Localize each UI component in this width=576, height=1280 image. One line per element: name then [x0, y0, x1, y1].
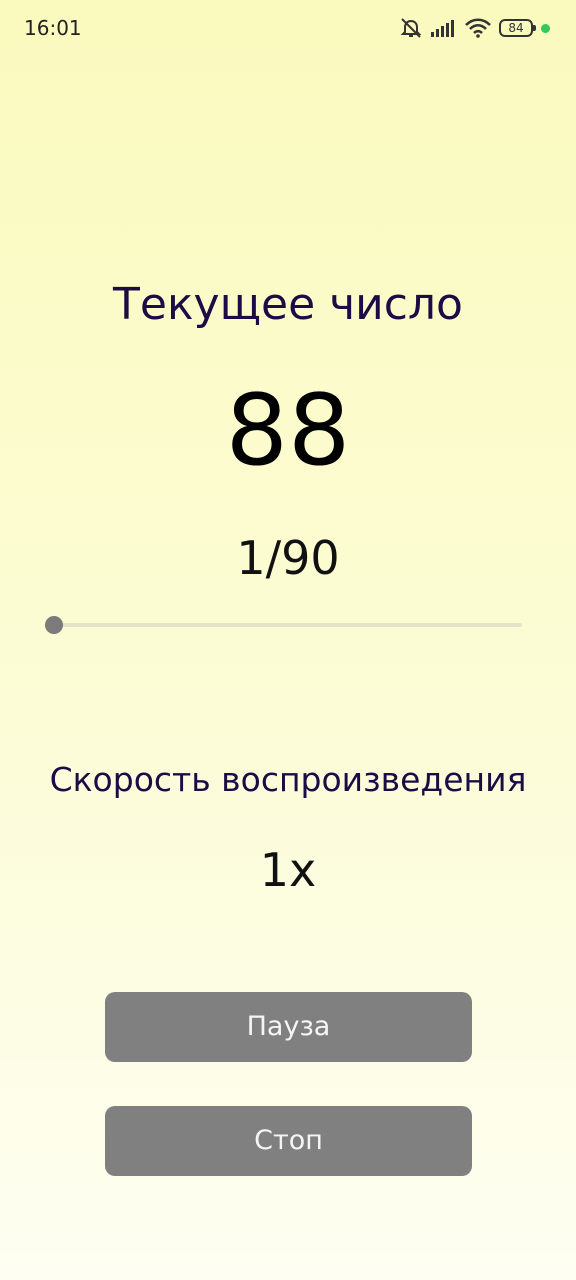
- playback-speed-label: Скорость воспроизведения: [49, 760, 527, 799]
- slider-thumb[interactable]: [45, 616, 63, 634]
- muted-bell-icon: [399, 17, 423, 39]
- status-time: 16:01: [24, 16, 82, 40]
- status-icons: 84: [399, 14, 550, 42]
- playback-speed-value[interactable]: 1x: [0, 842, 576, 898]
- progress-slider[interactable]: [45, 612, 524, 638]
- wifi-icon: [465, 18, 491, 38]
- slider-track: [54, 623, 522, 627]
- pause-button[interactable]: Пауза: [105, 992, 472, 1062]
- battery-icon: 84: [499, 19, 536, 37]
- current-number: 88: [225, 374, 351, 488]
- status-bar: 16:01 84: [0, 0, 576, 56]
- signal-icon: [431, 19, 457, 37]
- current-number-label: Текущее число: [113, 279, 463, 330]
- stop-button[interactable]: Стоп: [105, 1106, 472, 1176]
- privacy-dot-icon: [541, 23, 550, 33]
- progress-counter: 1/90: [236, 531, 340, 585]
